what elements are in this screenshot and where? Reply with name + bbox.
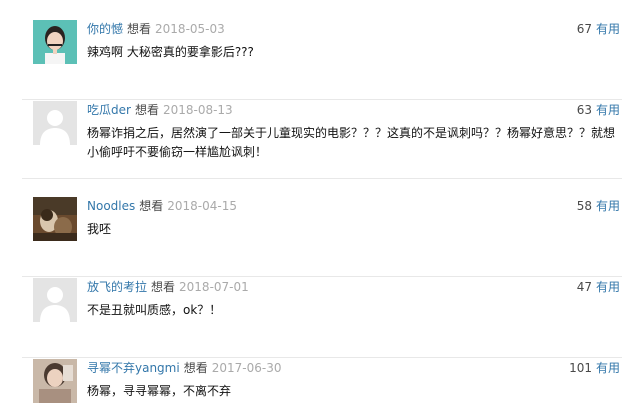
comment-text: 杨幂诈捐之后，居然演了一部关于儿童现实的电影？？？这真的不是讽刺吗？？杨幂好意思… (87, 126, 616, 159)
comment-date: 2018-08-13 (162, 103, 233, 117)
vote-area: 63 有用 (577, 101, 620, 119)
comment-date: 2017-06-30 (211, 361, 282, 375)
useful-button[interactable]: 有用 (596, 22, 620, 36)
comment-date: 2018-04-15 (167, 199, 238, 213)
useful-button[interactable]: 有用 (596, 280, 620, 294)
avatar-photo-girl-icon (33, 20, 77, 64)
rating-label: 想看 (183, 361, 208, 375)
comment-meta: 你的憾 想看 2018-05-03 (87, 20, 225, 38)
vote-area: 58 有用 (577, 197, 620, 215)
divider (22, 276, 622, 277)
comment-text: 不是丑就叫质感，ok？！ (87, 303, 222, 317)
comment-meta: 放飞的考拉 想看 2018-07-01 (87, 278, 249, 296)
comment-meta: 寻幂不弃yangmi 想看 2017-06-30 (87, 359, 281, 377)
useful-button[interactable]: 有用 (596, 199, 620, 213)
vote-count: 63 (576, 103, 592, 117)
user-name-link[interactable]: Noodles (87, 199, 135, 213)
rating-label: 想看 (139, 199, 164, 213)
avatar[interactable] (33, 278, 77, 322)
comment-item: 吃瓜der 想看 2018-08-13 63 有用 杨幂诈捐之后，居然演了一部关于儿童… (0, 101, 640, 181)
avatar[interactable] (33, 197, 77, 241)
useful-button[interactable]: 有用 (596, 103, 620, 117)
comment-text: 辣鸡啊 大秘密真的要拿影后??? (87, 45, 254, 59)
comment-text: 杨幂，寻寻幂幂，不离不弃 (87, 384, 232, 398)
comment-item: Noodles 想看 2018-04-15 58 有用 我呸 (0, 197, 640, 277)
avatar-photo-woman-icon (33, 359, 77, 403)
vote-count: 67 (576, 22, 592, 36)
rating-label: 想看 (134, 103, 159, 117)
comment-list: 你的憾 想看 2018-05-03 67 有用 辣鸡啊 大秘密真的要拿影后??? 吃瓜… (0, 0, 640, 417)
vote-count: 58 (576, 199, 592, 213)
divider (22, 99, 622, 100)
avatar-photo-painting-icon (33, 197, 77, 241)
user-name-link[interactable]: 你的憾 (87, 22, 123, 36)
comment-item: 放飞的考拉 想看 2018-07-01 47 有用 不是丑就叫质感，ok？！ (0, 278, 640, 358)
divider (22, 357, 622, 358)
user-name-link[interactable]: 放飞的考拉 (87, 280, 147, 294)
user-name-link[interactable]: 吃瓜der (87, 103, 131, 117)
avatar[interactable] (33, 20, 77, 64)
vote-area: 47 有用 (577, 278, 620, 296)
avatar[interactable] (33, 101, 77, 145)
vote-count: 101 (569, 361, 592, 375)
comment-text: 我呸 (87, 222, 112, 236)
comment-item: 你的憾 想看 2018-05-03 67 有用 辣鸡啊 大秘密真的要拿影后??? (0, 20, 640, 100)
comment-date: 2018-05-03 (155, 22, 225, 36)
comment-meta: Noodles 想看 2018-04-15 (87, 197, 237, 215)
rating-label: 想看 (127, 22, 152, 36)
avatar[interactable] (33, 359, 77, 403)
comment-item: 寻幂不弃yangmi 想看 2017-06-30 101 有用 杨幂，寻寻幂幂，不离不… (0, 359, 640, 417)
user-name-link[interactable]: 寻幂不弃yangmi (87, 361, 180, 375)
default-user-avatar-icon (33, 278, 77, 322)
default-user-avatar-icon (33, 101, 77, 145)
useful-button[interactable]: 有用 (596, 361, 620, 375)
divider (22, 178, 622, 179)
rating-label: 想看 (151, 280, 176, 294)
comment-date: 2018-07-01 (179, 280, 249, 294)
comment-meta: 吃瓜der 想看 2018-08-13 (87, 101, 233, 119)
vote-area: 101 有用 (569, 359, 620, 377)
vote-area: 67 有用 (577, 20, 620, 38)
vote-count: 47 (576, 280, 592, 294)
